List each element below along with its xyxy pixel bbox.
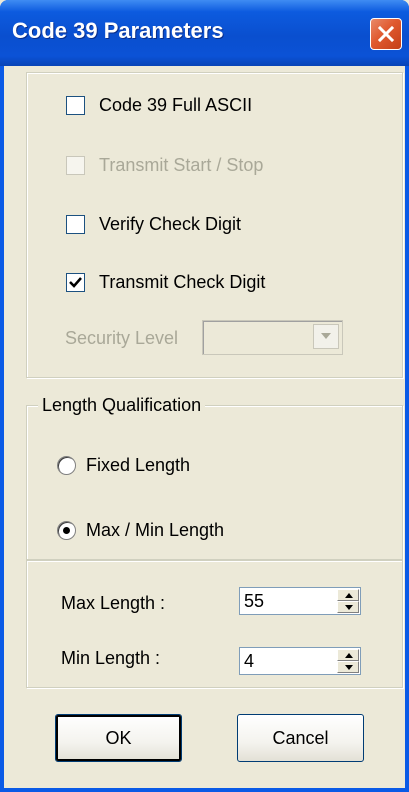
dialog-body: Code 39 Full ASCII Transmit Start / Stop… — [4, 66, 405, 788]
verify-check-digit-checkbox[interactable] — [66, 215, 85, 234]
dropdown-button — [313, 324, 339, 349]
radio-dot — [63, 527, 70, 534]
max-min-length-label: Max / Min Length — [86, 520, 225, 540]
verify-check-digit-label: Verify Check Digit — [99, 214, 242, 234]
min-length-spinner[interactable] — [337, 649, 359, 673]
max-length-spinbox[interactable]: 55 — [239, 587, 361, 615]
cancel-button[interactable]: Cancel — [237, 714, 364, 762]
close-icon — [377, 25, 395, 43]
security-level-label: Security Level — [65, 328, 179, 348]
transmit-start-stop-checkbox — [66, 156, 85, 175]
min-length-spinbox[interactable]: 4 — [239, 647, 361, 675]
security-level-dropdown — [202, 320, 343, 355]
transmit-start-stop-label: Transmit Start / Stop — [99, 155, 264, 175]
spin-down-icon — [345, 605, 353, 610]
fixed-length-label: Fixed Length — [86, 455, 191, 475]
max-length-spinner[interactable] — [337, 589, 359, 613]
max-length-decrement[interactable] — [337, 601, 359, 613]
transmit-check-digit-label: Transmit Check Digit — [99, 272, 266, 292]
max-length-input[interactable]: 55 — [244, 591, 264, 612]
length-qualification-legend: Length Qualification — [38, 395, 206, 416]
min-length-input[interactable]: 4 — [244, 651, 254, 672]
title-bar[interactable]: Code 39 Parameters — [0, 0, 409, 66]
spin-up-icon — [345, 653, 353, 658]
max-min-length-radio[interactable] — [57, 521, 76, 540]
max-length-increment[interactable] — [337, 589, 359, 601]
min-length-increment[interactable] — [337, 649, 359, 661]
min-length-label: Min Length : — [61, 648, 161, 668]
fixed-length-radio[interactable] — [57, 456, 76, 475]
close-button[interactable] — [370, 18, 402, 50]
ok-button[interactable]: OK — [55, 714, 182, 762]
transmit-check-digit-checkbox[interactable] — [66, 273, 85, 292]
full-ascii-label: Code 39 Full ASCII — [99, 95, 253, 115]
dialog-window: Code 39 Parameters Code 39 Full ASCII Tr… — [0, 0, 409, 792]
spin-up-icon — [345, 593, 353, 598]
checkmark-icon — [69, 277, 82, 288]
dialog-title: Code 39 Parameters — [12, 18, 224, 43]
min-length-decrement[interactable] — [337, 661, 359, 673]
full-ascii-checkbox[interactable] — [66, 96, 85, 115]
chevron-down-icon — [321, 333, 331, 339]
max-length-label: Max Length : — [61, 593, 166, 613]
spin-down-icon — [345, 665, 353, 670]
